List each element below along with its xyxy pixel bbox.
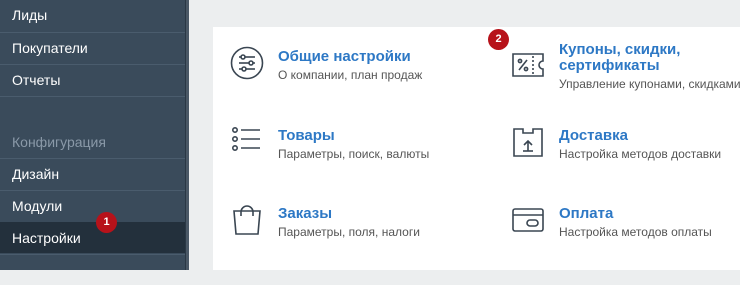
- sidebar-item-label: Лиды: [12, 7, 48, 23]
- delivery-box-icon: [511, 125, 545, 159]
- card-title[interactable]: Доставка: [559, 128, 628, 144]
- sidebar-item-design[interactable]: Дизайн: [0, 158, 185, 189]
- list-icon: [230, 125, 264, 159]
- card-title-line1[interactable]: Купоны, скидки,: [559, 42, 680, 58]
- sidebar-item-label: Модули: [12, 198, 63, 214]
- annotation-badge: 1: [96, 212, 117, 233]
- sidebar-item-label: Настройки: [12, 230, 81, 246]
- card-subtitle: Управление купонами, скидками: [559, 77, 740, 91]
- card-subtitle: Параметры, поиск, валюты: [278, 147, 430, 161]
- card-subtitle: Настройка методов доставки: [559, 147, 722, 161]
- card-general-settings[interactable]: Общие настройки О компании, план продаж: [230, 46, 470, 86]
- card-title[interactable]: Общие настройки: [278, 49, 411, 65]
- sidebar-item-label: Дизайн: [12, 166, 60, 182]
- sliders-icon: [230, 46, 264, 80]
- card-delivery[interactable]: Доставка Настройка методов доставки: [511, 125, 740, 165]
- shopping-bag-icon: [230, 203, 264, 237]
- credit-card-icon: [511, 203, 545, 237]
- sidebar-item-settings[interactable]: Настройки: [0, 222, 185, 253]
- sidebar-item-leads[interactable]: Лиды: [0, 0, 185, 31]
- card-title-line2[interactable]: сертификаты: [559, 58, 660, 74]
- sidebar-item-customers[interactable]: Покупатели: [0, 32, 185, 63]
- card-products[interactable]: Товары Параметры, поиск, валюты: [230, 125, 470, 165]
- coupon-icon: [511, 48, 545, 82]
- sidebar-item-label: Отчеты: [12, 72, 61, 88]
- sidebar-item-label: Покупатели: [12, 40, 88, 56]
- sidebar-divider: [0, 96, 185, 97]
- main-content: Общие настройки О компании, план продаж …: [189, 0, 740, 270]
- card-title[interactable]: Заказы: [278, 206, 332, 222]
- card-subtitle: О компании, план продаж: [278, 68, 423, 82]
- sidebar-item-reports[interactable]: Отчеты: [0, 64, 185, 95]
- card-subtitle: Настройка методов оплаты: [559, 225, 712, 239]
- card-orders[interactable]: Заказы Параметры, поля, налоги: [230, 203, 470, 243]
- card-title[interactable]: Товары: [278, 128, 335, 144]
- settings-panel: Общие настройки О компании, план продаж …: [213, 27, 740, 270]
- annotation-badge: 2: [488, 29, 509, 50]
- card-coupons[interactable]: Купоны, скидки, сертификаты Управление к…: [511, 42, 740, 92]
- sidebar-section-header: Конфигурация: [12, 134, 106, 150]
- card-payment[interactable]: Оплата Настройка методов оплаты: [511, 203, 740, 243]
- card-title[interactable]: Оплата: [559, 206, 613, 222]
- sidebar: Лиды Покупатели Отчеты Конфигурация Диза…: [0, 0, 186, 270]
- card-subtitle: Параметры, поля, налоги: [278, 225, 420, 239]
- sidebar-item-modules[interactable]: Модули: [0, 190, 185, 221]
